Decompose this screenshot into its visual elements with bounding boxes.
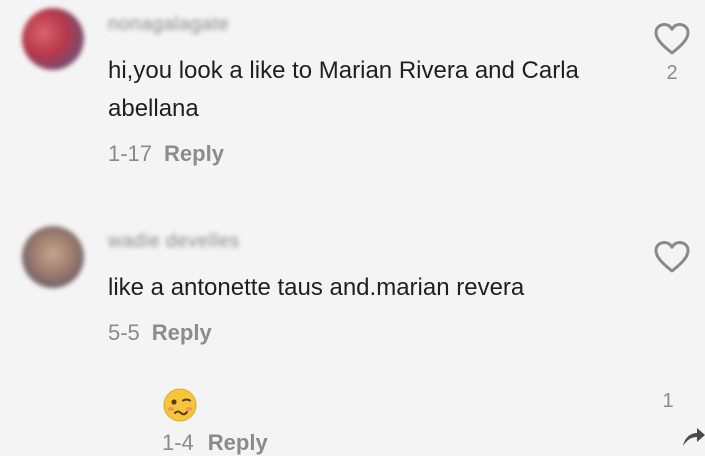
like-button[interactable]: [652, 22, 692, 56]
heart-outline-icon: [654, 23, 690, 55]
reply-button[interactable]: Reply: [152, 320, 212, 345]
like-button[interactable]: [652, 240, 692, 274]
comment-meta: 5-5 Reply: [108, 320, 212, 346]
comment-username[interactable]: nonagalagate: [108, 14, 229, 36]
comment-meta: 1-17 Reply: [108, 141, 224, 167]
reply-button[interactable]: Reply: [208, 430, 268, 455]
comment-date: 1-17: [108, 141, 153, 166]
like-count: 2: [666, 62, 678, 84]
comment-text: hi,you look a like to Marian Rivera and …: [108, 57, 579, 122]
avatar[interactable]: [22, 226, 84, 288]
like-count: 1: [662, 390, 674, 412]
share-arrow-icon[interactable]: [680, 424, 705, 453]
heart-outline-icon: [654, 241, 690, 273]
comment-username[interactable]: wadie develles: [108, 231, 240, 253]
comment-date: 5-5: [108, 320, 140, 345]
comment-text: like a antonette taus and.marian revera: [108, 274, 525, 301]
reply-button[interactable]: Reply: [164, 141, 224, 166]
woozy-face-icon: [163, 388, 197, 427]
reply-meta: 1-4 Reply: [162, 430, 268, 456]
avatar[interactable]: [22, 8, 84, 70]
reply-date: 1-4: [162, 430, 194, 455]
